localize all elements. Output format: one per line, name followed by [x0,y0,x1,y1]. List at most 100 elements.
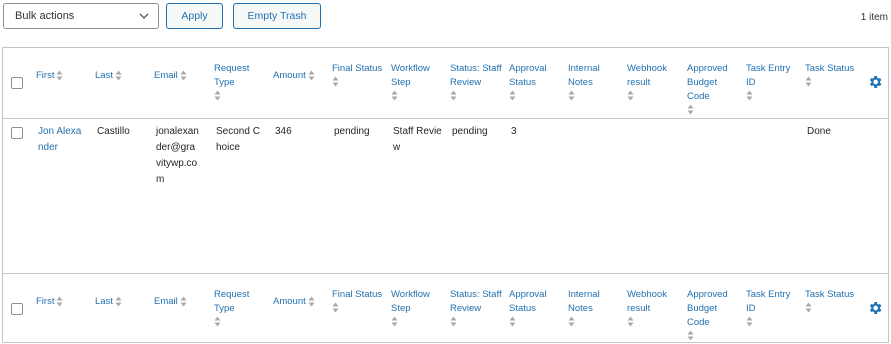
sort-arrows-icon[interactable] [308,70,315,81]
cell-approval-status: 3 [511,126,517,137]
column-label: Task Entry ID [746,63,791,88]
sort-arrows-icon[interactable] [115,70,122,81]
column-label: Amount [273,70,306,81]
sort-arrows-icon[interactable] [115,296,122,307]
footer-col-workflow-step[interactable]: Workflow Step [391,288,446,327]
column-label: Task Status [805,63,855,74]
sort-arrows-icon[interactable] [805,302,860,313]
header-col-final-status[interactable]: Final Status [332,62,387,87]
sort-arrows-icon[interactable] [568,90,623,101]
sort-arrows-icon[interactable] [687,104,742,115]
footer-col-internal-notes[interactable]: Internal Notes [568,288,623,327]
column-label: Workflow Step [391,289,430,314]
cell-status-staff-review: pending [452,126,488,137]
header-col-approval-status[interactable]: Approval Status [509,62,564,101]
cell-task-status: Done [807,126,831,137]
bulk-actions-select[interactable]: Bulk actions [3,3,159,29]
table-row: Jon Alexander Castillo jonalexander@gravit… [3,119,888,273]
header-col-task-entry-id[interactable]: Task Entry ID [746,62,801,101]
cell-email: jonalexander@gravitywp.com [156,126,199,185]
footer-col-task-status[interactable]: Task Status [805,288,860,313]
footer-col-approved-budget-code[interactable]: Approved Budget Code [687,288,742,341]
header-col-status-staff-review[interactable]: Status: Staff Review [450,62,505,101]
sort-arrows-icon[interactable] [391,316,446,327]
chevron-down-icon [139,13,149,19]
footer-col-email[interactable]: Email [154,295,209,309]
column-label: Task Status [805,289,855,300]
cell-last: Castillo [97,126,130,137]
sort-arrows-icon[interactable] [627,90,682,101]
apply-button[interactable]: Apply [166,3,223,29]
column-label: Approved Budget Code [687,63,728,102]
table-header: First Last Email Request Type Amount Final St… [3,48,888,119]
header-select-all-checkbox[interactable] [11,77,23,89]
column-label: Final Status [332,63,383,74]
empty-trash-button[interactable]: Empty Trash [233,3,321,29]
entries-table: First Last Email Request Type Amount Final St… [2,47,889,343]
row-checkbox[interactable] [11,127,23,139]
column-label: Email [154,70,178,81]
sort-arrows-icon[interactable] [805,76,860,87]
sort-arrows-icon[interactable] [746,90,801,101]
sort-arrows-icon[interactable] [391,90,446,101]
header-col-approved-budget-code[interactable]: Approved Budget Code [687,62,742,115]
sort-arrows-icon[interactable] [568,316,623,327]
header-col-request-type[interactable]: Request Type [214,62,269,101]
column-label: Amount [273,296,306,307]
sort-arrows-icon[interactable] [450,90,505,101]
sort-arrows-icon[interactable] [746,316,801,327]
sort-arrows-icon[interactable] [332,302,387,313]
sort-arrows-icon[interactable] [180,70,187,81]
column-label: Internal Notes [568,289,600,314]
cell-final-status: pending [334,126,370,137]
header-col-webhook-result[interactable]: Webhook result [627,62,682,101]
footer-col-approval-status[interactable]: Approval Status [509,288,564,327]
footer-col-amount[interactable]: Amount [273,295,328,309]
footer-select-all-checkbox[interactable] [11,303,23,315]
sort-arrows-icon[interactable] [687,330,742,341]
header-col-last[interactable]: Last [95,69,150,83]
column-label: Internal Notes [568,63,600,88]
column-label: Approval Status [509,63,547,88]
sort-arrows-icon[interactable] [56,70,63,81]
bulk-actions-label: Bulk actions [15,10,75,22]
column-label: Email [154,296,178,307]
header-col-internal-notes[interactable]: Internal Notes [568,62,623,101]
sort-arrows-icon[interactable] [627,316,682,327]
cell-first[interactable]: Jon Alexander [38,124,82,156]
column-label: Last [95,70,113,81]
footer-col-task-entry-id[interactable]: Task Entry ID [746,288,801,327]
sort-arrows-icon[interactable] [509,90,564,101]
column-label: Status: Staff Review [450,289,502,314]
column-label: Status: Staff Review [450,63,502,88]
footer-col-first[interactable]: First [36,295,86,309]
table-footer: First Last Email Request Type Amount Final St… [3,273,888,344]
header-col-workflow-step[interactable]: Workflow Step [391,62,446,101]
sort-arrows-icon[interactable] [308,296,315,307]
cell-request-type: Second Choice [216,126,260,153]
header-col-task-status[interactable]: Task Status [805,62,860,87]
sort-arrows-icon[interactable] [180,296,187,307]
footer-col-last[interactable]: Last [95,295,150,309]
header-col-first[interactable]: First [36,69,86,83]
sort-arrows-icon[interactable] [56,296,63,307]
gear-icon[interactable] [867,300,883,316]
column-label: Webhook result [627,289,667,314]
sort-arrows-icon[interactable] [214,316,269,327]
item-count: 1 item [860,12,888,23]
footer-col-request-type[interactable]: Request Type [214,288,269,327]
gear-icon[interactable] [867,74,883,90]
sort-arrows-icon[interactable] [509,316,564,327]
footer-col-final-status[interactable]: Final Status [332,288,387,313]
column-label: Request Type [214,289,250,314]
table-toolbar: Bulk actions Apply Empty Trash 1 item [0,0,891,40]
footer-col-status-staff-review[interactable]: Status: Staff Review [450,288,505,327]
footer-col-webhook-result[interactable]: Webhook result [627,288,682,327]
cell-workflow-step: Staff Review [393,126,442,153]
column-label: Approved Budget Code [687,289,728,328]
sort-arrows-icon[interactable] [214,90,269,101]
sort-arrows-icon[interactable] [332,76,387,87]
sort-arrows-icon[interactable] [450,316,505,327]
header-col-amount[interactable]: Amount [273,69,328,83]
header-col-email[interactable]: Email [154,69,209,83]
